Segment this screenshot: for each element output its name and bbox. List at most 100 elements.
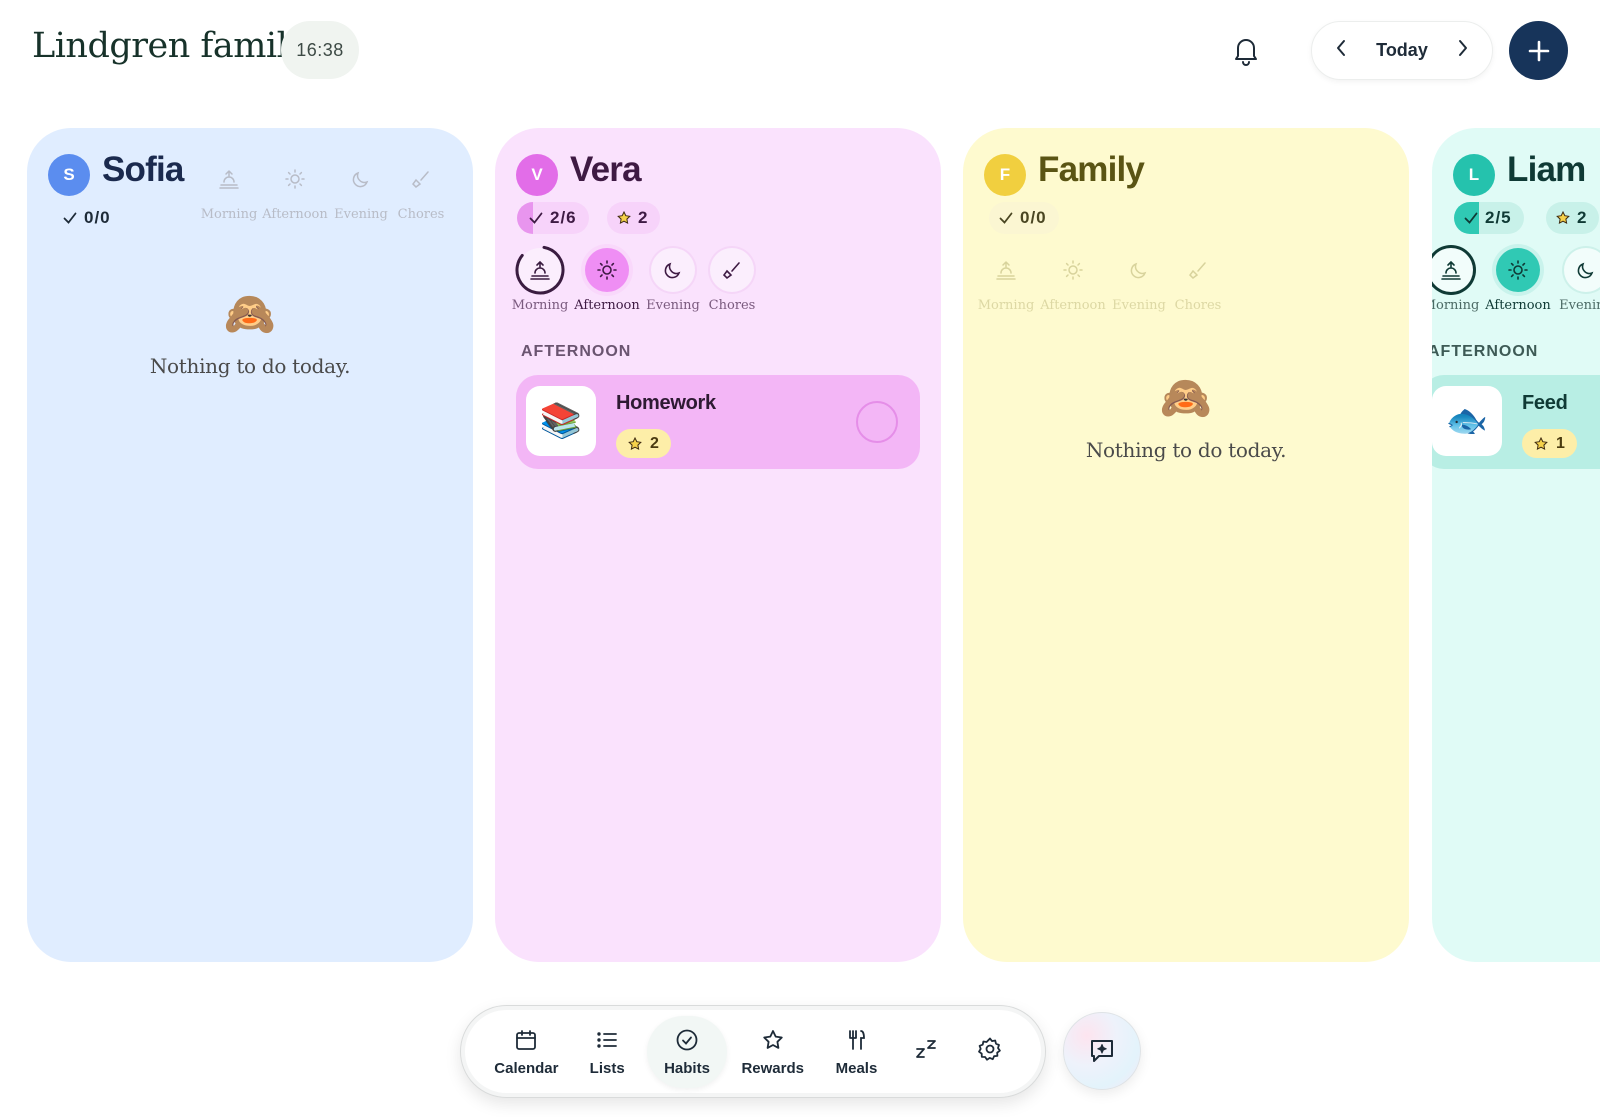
books-icon: 📚	[526, 386, 596, 456]
tab-afternoon[interactable]: Afternoon	[571, 248, 643, 313]
task-stars: 1	[1522, 429, 1577, 458]
star-icon	[1556, 211, 1570, 225]
notifications-bell-icon[interactable]	[1232, 34, 1260, 66]
tab-chores[interactable]: Chores	[703, 248, 761, 313]
tab-afternoon[interactable]: Afternoon	[1480, 248, 1556, 313]
member-name[interactable]: Liam	[1507, 150, 1586, 190]
nav-habits[interactable]: Habits	[646, 1015, 728, 1088]
sunrise-icon	[207, 157, 251, 201]
bottom-navigation: Calendar Lists Habits Rewards Meals	[460, 1005, 1046, 1098]
fish-icon: 🐟	[1432, 386, 1502, 456]
today-button[interactable]: Today	[1376, 40, 1428, 61]
member-column-vera: V Vera 2/6 2 Morning Afternoon Evening C…	[495, 128, 941, 962]
tab-evening[interactable]: Evening	[643, 248, 703, 313]
stars-count: 2	[1577, 208, 1588, 227]
add-button[interactable]	[1509, 21, 1568, 80]
see-no-evil-monkey-icon: 🙈	[1159, 374, 1213, 421]
avatar[interactable]: S	[48, 154, 90, 196]
progress-pill: 0/0	[53, 202, 123, 234]
period-tabs: Morning Afternoon Evening Chores	[197, 157, 449, 222]
tab-morning[interactable]: Morning	[975, 248, 1037, 313]
moon-icon	[651, 248, 695, 292]
tab-chores[interactable]: Chores	[1169, 248, 1227, 313]
avatar[interactable]: V	[516, 154, 558, 196]
fork-knife-icon	[842, 1026, 870, 1054]
nav-lists[interactable]: Lists	[568, 1016, 647, 1088]
avatar[interactable]: L	[1453, 154, 1495, 196]
task-card-homework[interactable]: 📚 Homework 2	[516, 375, 920, 469]
broom-icon	[399, 157, 443, 201]
tab-chores[interactable]: Chores	[393, 157, 449, 222]
task-name: Homework	[616, 392, 716, 414]
nav-meals[interactable]: Meals	[818, 1016, 895, 1088]
date-navigator: Today	[1311, 21, 1493, 80]
star-icon	[617, 211, 631, 225]
sun-icon	[1496, 248, 1540, 292]
check-icon	[529, 212, 543, 224]
nav-sleep[interactable]	[895, 1016, 960, 1088]
progress-count: 0/0	[1020, 208, 1047, 227]
tab-afternoon[interactable]: Afternoon	[261, 157, 329, 222]
tab-evening[interactable]: Evening	[329, 157, 393, 222]
star-icon	[759, 1026, 787, 1054]
page-title: Lindgren family	[32, 26, 307, 66]
progress-pill: 2/6	[517, 202, 589, 234]
member-column-liam: L Liam 2/5 2 Morning Afternoon Evening A…	[1432, 128, 1600, 962]
tab-evening[interactable]: Evening	[1556, 248, 1600, 313]
progress-count: 0/0	[84, 208, 111, 227]
star-icon	[1534, 436, 1548, 450]
tab-morning[interactable]: Morning	[1432, 248, 1480, 313]
sunrise-icon	[1432, 248, 1473, 292]
sun-icon	[585, 248, 629, 292]
chevron-right-icon[interactable]	[1456, 38, 1470, 63]
sleep-zz-icon	[913, 1035, 941, 1063]
calendar-icon	[512, 1026, 540, 1054]
progress-ring	[515, 245, 565, 295]
sun-icon	[1051, 248, 1095, 292]
assistant-chat-button[interactable]	[1063, 1012, 1141, 1090]
tab-evening[interactable]: Evening	[1109, 248, 1169, 313]
complete-task-checkbox[interactable]	[856, 401, 898, 443]
period-tabs: Morning Afternoon Evening Chores	[975, 248, 1227, 313]
broom-icon	[1176, 248, 1220, 292]
period-tabs: Morning Afternoon Evening Chores	[509, 245, 761, 313]
check-circle-icon	[673, 1026, 701, 1054]
avatar[interactable]: F	[984, 154, 1026, 196]
nav-rewards[interactable]: Rewards	[727, 1016, 818, 1088]
progress-pill: 2/5	[1454, 202, 1524, 234]
stars-count: 2	[638, 208, 649, 227]
see-no-evil-monkey-icon: 🙈	[223, 290, 277, 337]
chevron-left-icon[interactable]	[1334, 38, 1348, 63]
task-name: Feed	[1522, 392, 1568, 414]
list-icon	[593, 1026, 621, 1054]
empty-state: 🙈 Nothing to do today.	[963, 374, 1409, 462]
section-heading: AFTERNOON	[1432, 343, 1539, 360]
tab-morning[interactable]: Morning	[509, 245, 571, 313]
tab-morning[interactable]: Morning	[197, 157, 261, 222]
member-name[interactable]: Vera	[570, 150, 642, 190]
nav-settings[interactable]	[960, 1016, 1021, 1088]
clock-badge: 16:38	[281, 21, 359, 79]
tab-afternoon[interactable]: Afternoon	[1037, 248, 1109, 313]
section-heading: AFTERNOON	[521, 343, 632, 360]
member-name[interactable]: Sofia	[102, 150, 184, 190]
stars-pill: 2	[607, 202, 661, 234]
moon-icon	[1564, 248, 1600, 292]
chat-sparkle-icon	[1091, 1040, 1113, 1062]
task-card-feed[interactable]: 🐟 Feed 1	[1432, 375, 1600, 469]
empty-message: Nothing to do today.	[1085, 438, 1287, 462]
stars-pill: 2	[1546, 202, 1600, 234]
moon-icon	[1117, 248, 1161, 292]
check-icon	[1464, 212, 1478, 224]
task-stars: 2	[616, 429, 671, 458]
gear-icon	[976, 1035, 1004, 1063]
member-column-sofia: S Sofia 0/0 Morning Afternoon Evening Ch…	[27, 128, 473, 962]
progress-pill: 0/0	[989, 202, 1059, 234]
empty-state: 🙈 Nothing to do today.	[27, 290, 473, 378]
nav-calendar[interactable]: Calendar	[485, 1016, 568, 1088]
check-icon	[63, 212, 77, 224]
sunrise-icon	[515, 245, 565, 295]
broom-icon	[710, 248, 754, 292]
progress-count: 2/6	[550, 208, 577, 227]
member-name[interactable]: Family	[1038, 150, 1145, 190]
